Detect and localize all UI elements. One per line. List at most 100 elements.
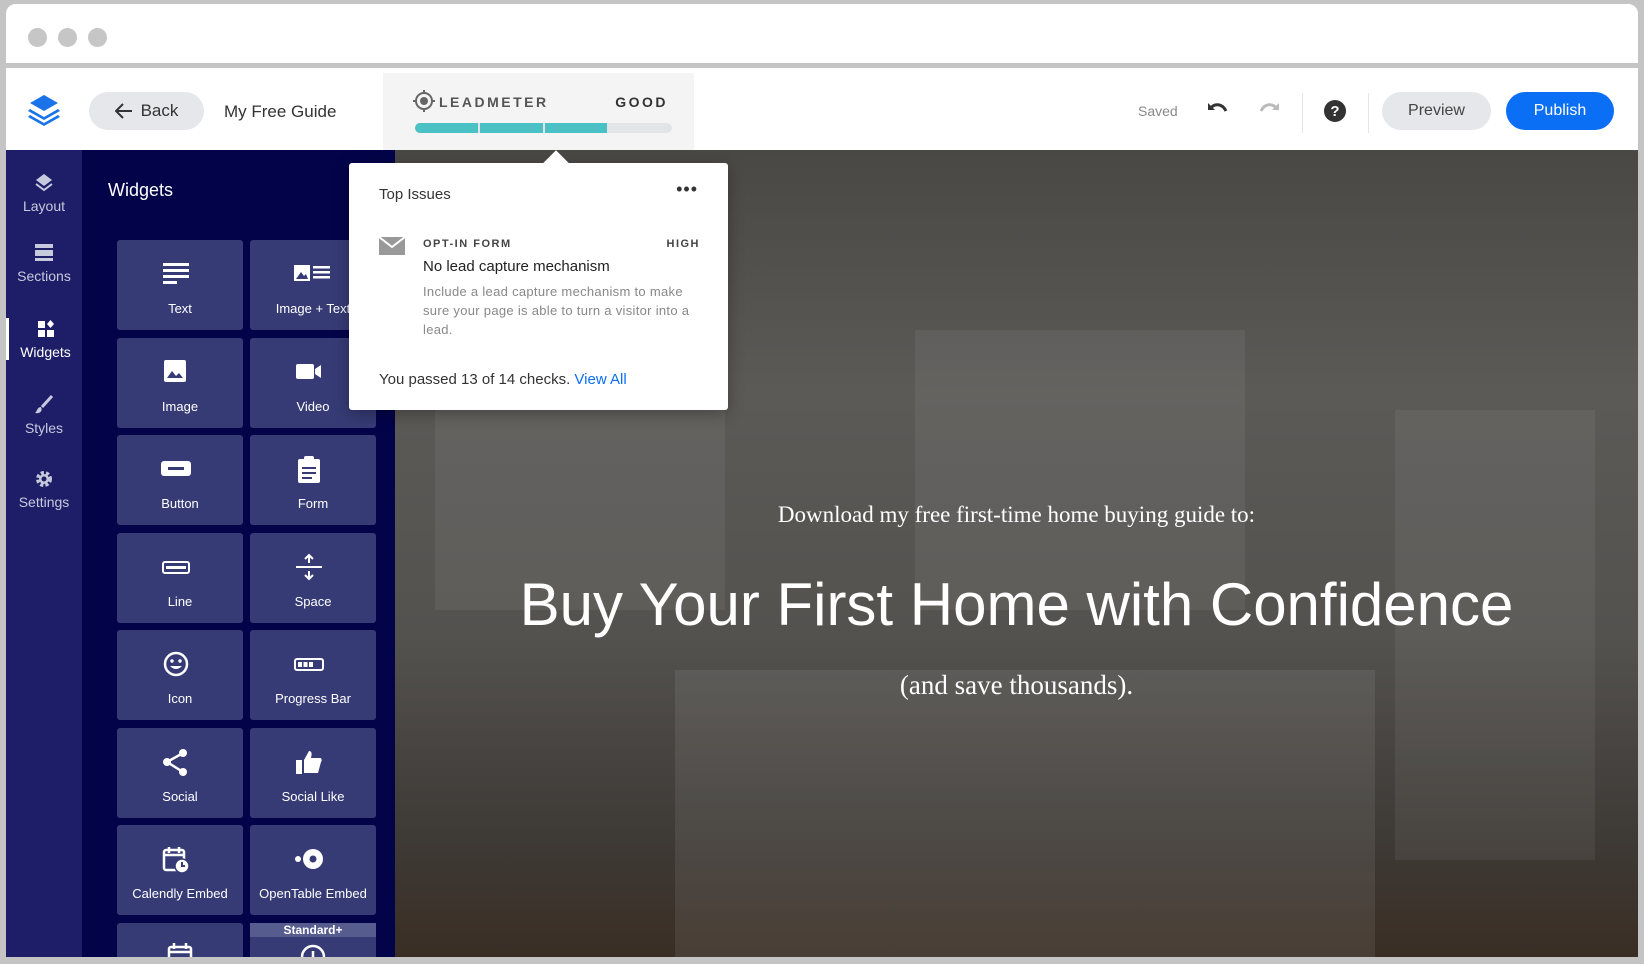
window-minimize-dot[interactable]	[58, 28, 77, 47]
widget-label: Form	[297, 496, 329, 511]
widget-label: Image	[161, 398, 199, 414]
widget-tile-button[interactable]: Button	[117, 435, 243, 525]
widget-tile-icon[interactable]: Icon	[117, 630, 243, 720]
hero-headline[interactable]: Buy Your First Home with Confidence	[395, 570, 1638, 639]
leadmeter-segment	[415, 123, 478, 133]
widget-tile-form[interactable]: Form	[250, 435, 376, 525]
envelope-icon	[379, 237, 405, 255]
widget-tile-social[interactable]: Social	[117, 727, 243, 818]
widgets-icon	[37, 320, 54, 337]
leadmeter[interactable]: LEADMETER GOOD	[383, 73, 694, 150]
layers-icon	[35, 174, 53, 192]
arrow-left-icon	[114, 103, 132, 119]
widget-label: Social	[162, 788, 198, 804]
checks-text: You passed 13 of 14 checks.	[379, 371, 575, 388]
sidebar-item-label: Styles	[24, 420, 64, 436]
smiley-icon	[163, 651, 189, 677]
widget-label: Text	[168, 301, 192, 316]
preview-button[interactable]: Preview	[1382, 92, 1491, 130]
text-lines-icon	[163, 263, 189, 284]
issue-heading: No lead capture mechanism	[423, 258, 610, 275]
widget-tile-calendar[interactable]	[117, 922, 243, 957]
hero-subtitle[interactable]: Download my free first-time home buying …	[395, 502, 1638, 528]
widget-tile-clock[interactable]: Standard+	[250, 922, 376, 957]
logo-icon	[28, 95, 60, 126]
brush-icon	[35, 394, 54, 414]
widget-tile-space[interactable]: Space	[250, 532, 376, 623]
leadmeter-label: LEADMETER	[439, 94, 549, 110]
widget-tile-text[interactable]: Text	[117, 240, 243, 330]
widget-label: Progress Bar	[275, 691, 351, 706]
widget-label: Button	[161, 496, 199, 511]
hood-shape	[915, 330, 1245, 610]
window-maximize-dot[interactable]	[88, 28, 107, 47]
popover-title: Top Issues	[379, 186, 451, 203]
issue-severity: HIGH	[666, 238, 700, 250]
help-icon[interactable]: ?	[1324, 100, 1346, 122]
gear-icon	[36, 471, 52, 487]
divider	[1368, 93, 1369, 133]
widget-tile-social-like[interactable]: Social Like	[250, 727, 376, 818]
checks-summary: You passed 13 of 14 checks. View All	[379, 371, 627, 388]
sections-icon	[35, 244, 53, 261]
clock-icon	[300, 944, 326, 957]
view-all-link[interactable]: View All	[574, 371, 626, 388]
publish-button[interactable]: Publish	[1506, 92, 1614, 130]
clipboard-form-icon	[298, 456, 320, 483]
thumbs-up-icon	[296, 750, 322, 774]
island-shape	[675, 670, 1375, 957]
redo-icon[interactable]	[1258, 99, 1282, 119]
save-status: Saved	[1138, 103, 1178, 119]
leadmeter-segment	[544, 123, 608, 133]
button-icon	[161, 461, 191, 476]
more-options-button[interactable]: •••	[676, 179, 698, 200]
browser-window: Back My Free Guide LEADMETER GOOD Saved …	[6, 4, 1638, 957]
target-icon	[413, 90, 435, 112]
sidebar-item-widgets[interactable]: Widgets	[6, 318, 82, 360]
back-label: Back	[140, 101, 179, 120]
widget-label: Space	[294, 593, 332, 609]
window-close-dot[interactable]	[28, 28, 47, 47]
sidebar-item-styles[interactable]: Styles	[6, 394, 82, 436]
leadmeter-segment	[479, 123, 543, 133]
leadmeter-rating: GOOD	[615, 94, 668, 110]
panel-title: Widgets	[108, 180, 174, 200]
share-icon	[163, 748, 187, 776]
sidebar-item-label: Widgets	[20, 344, 71, 360]
leadmeter-segment	[609, 123, 672, 133]
issue-description: Include a lead capture mechanism to make…	[423, 284, 690, 337]
widget-label: Social Like	[281, 788, 345, 804]
svg-text:?: ?	[1330, 103, 1339, 120]
widget-label: OpenTable Embed	[259, 886, 367, 901]
sidebar-item-label: Settings	[18, 494, 70, 510]
page-title: My Free Guide	[224, 102, 337, 121]
sidebar-item-label: Layout	[22, 198, 66, 214]
widget-tile-opentable-embed[interactable]: OpenTable Embed	[250, 825, 376, 915]
calendar-clock-icon	[162, 847, 190, 874]
widget-label: Calendly Embed	[132, 886, 228, 901]
top-issues-popover: Top Issues ••• OPT-IN FORM HIGH No lead …	[349, 150, 728, 410]
issue-category: OPT-IN FORM	[423, 238, 512, 250]
editor-header: Back My Free Guide LEADMETER GOOD Saved …	[6, 73, 1638, 150]
widget-tile-calendly-embed[interactable]: Calendly Embed	[117, 825, 243, 915]
undo-icon[interactable]	[1205, 99, 1229, 119]
space-arrows-icon	[296, 553, 322, 580]
image-icon	[164, 359, 186, 382]
sidebar-item-sections[interactable]: Sections	[6, 242, 82, 284]
widget-label: Line	[167, 593, 193, 609]
widget-tile-progress-bar[interactable]: Progress Bar	[250, 630, 376, 720]
sidebar-item-settings[interactable]: Settings	[6, 468, 82, 510]
back-button[interactable]: Back	[89, 92, 204, 130]
line-icon	[162, 560, 190, 574]
widget-label: Icon	[167, 691, 193, 706]
widget-tile-line[interactable]: Line	[117, 532, 243, 623]
opentable-icon	[295, 849, 323, 869]
leadmeter-bar	[415, 123, 672, 133]
plan-badge: Standard+	[250, 922, 376, 937]
sidebar-item-layout[interactable]: Layout	[6, 172, 82, 214]
widget-tile-image[interactable]: Image	[117, 337, 243, 428]
calendar-icon	[167, 942, 193, 957]
sidebar-rail: Layout Sections Widgets Styles Settings	[6, 150, 82, 957]
divider	[1302, 93, 1303, 133]
hero-tagline[interactable]: (and save thousands).	[395, 670, 1638, 701]
